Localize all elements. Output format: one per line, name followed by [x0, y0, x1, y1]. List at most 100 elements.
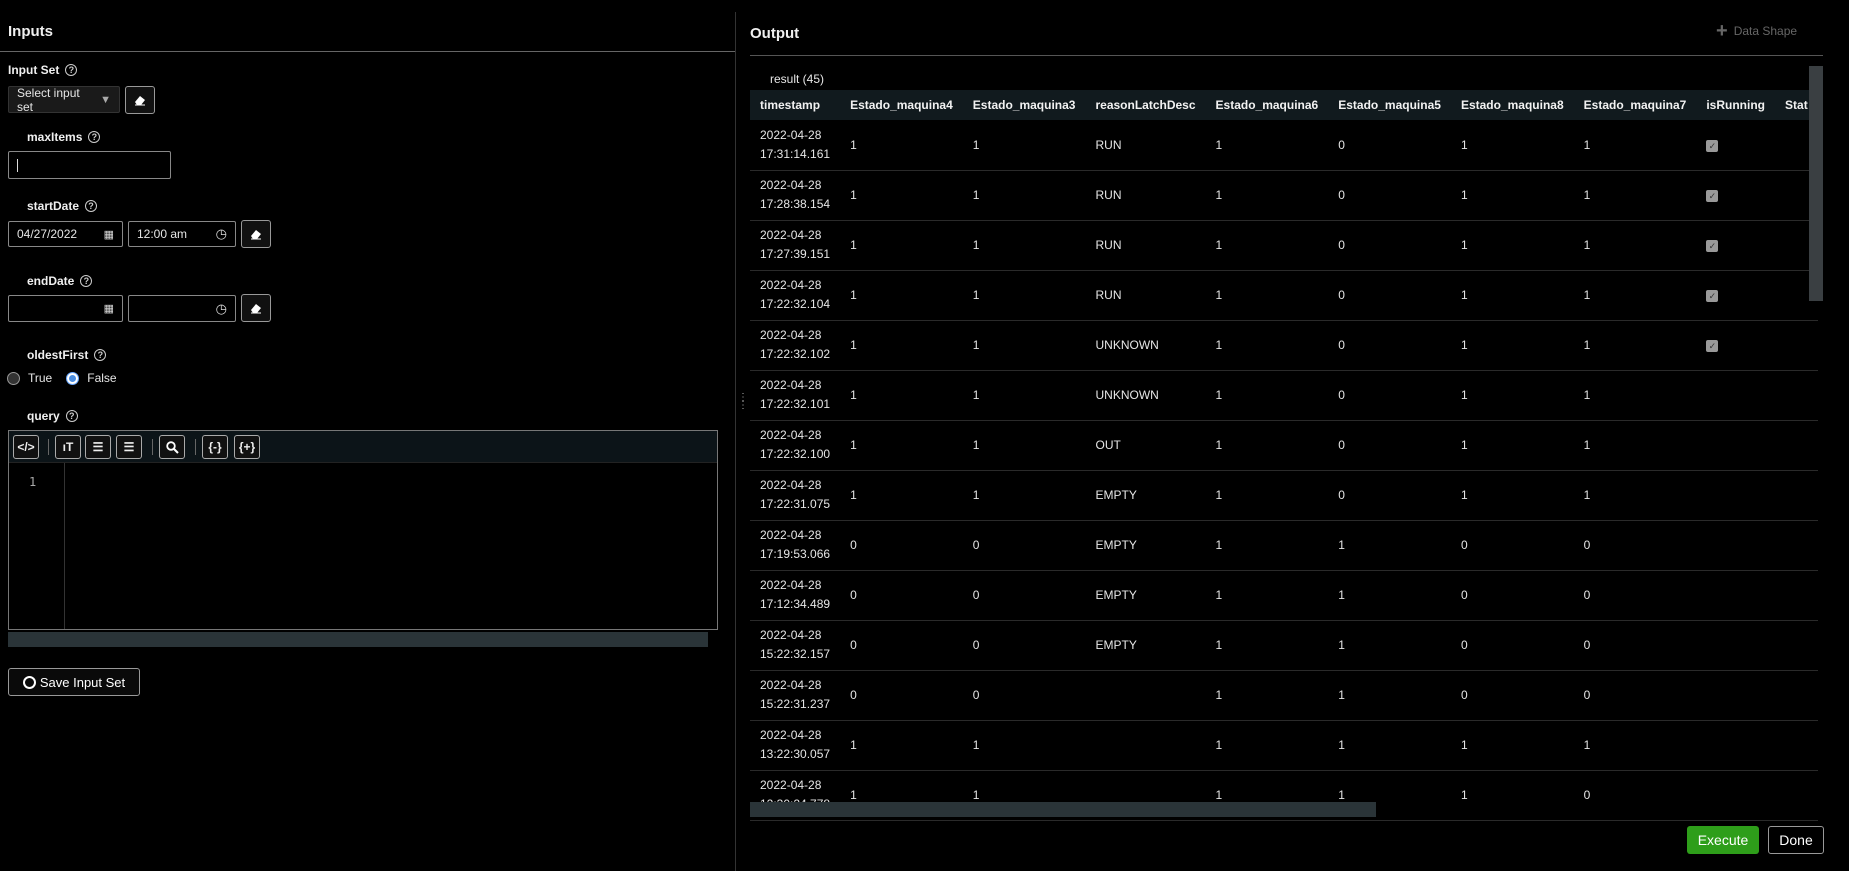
clear-start-date-button[interactable]: [241, 220, 271, 248]
table-cell: 1: [840, 170, 963, 221]
table-row[interactable]: 2022-04-28 17:22:32.102 1 1 UNKNOWN 1 0 1 1 ✓: [750, 320, 1818, 371]
table-row[interactable]: 2022-04-28 13:22:30.057 1 1 1 1 1 1: [750, 720, 1818, 771]
timestamp-cell: 2022-04-28 17:19:53.066: [750, 520, 841, 571]
column-header[interactable]: Estado_maquina5: [1328, 90, 1451, 120]
line-number: 1: [29, 475, 37, 489]
help-icon[interactable]: ?: [65, 64, 78, 76]
table-cell: 1: [1205, 670, 1329, 721]
column-header[interactable]: isRunning: [1696, 90, 1776, 120]
timestamp-date: 2022-04-28: [760, 378, 822, 392]
max-items-input[interactable]: [8, 151, 171, 179]
is-running-cell: [1696, 520, 1776, 571]
table-row[interactable]: 2022-04-28 17:19:53.066 0 0 EMPTY 1 1 0 0: [750, 520, 1818, 571]
timestamp-time: 15:22:31.237: [760, 697, 831, 711]
done-button[interactable]: Done: [1768, 826, 1824, 854]
start-date-input[interactable]: 04/27/2022 ▦: [8, 221, 123, 247]
input-set-select[interactable]: Select input set ▼: [8, 86, 120, 114]
table-vertical-scrollbar[interactable]: [1809, 66, 1823, 301]
table-row[interactable]: 2022-04-28 17:22:32.104 1 1 RUN 1 0 1 1 ✓: [750, 270, 1818, 321]
timestamp-time: 17:31:14.161: [760, 146, 831, 161]
table-cell: 1: [1205, 570, 1329, 621]
table-cell: 1: [1573, 720, 1697, 771]
is-running-cell: ✓: [1696, 320, 1776, 371]
end-date-input[interactable]: ▦: [8, 295, 123, 322]
table-cell: 1: [1573, 320, 1697, 371]
table-cell: OUT: [1085, 420, 1206, 471]
column-header[interactable]: Estado_maquina3: [962, 90, 1086, 120]
table-row[interactable]: 2022-04-28 17:12:34.489 0 0 EMPTY 1 1 0 0: [750, 570, 1818, 621]
table-cell: 1: [1450, 370, 1574, 421]
table-row[interactable]: 2022-04-28 17:27:39.151 1 1 RUN 1 0 1 1 ✓: [750, 220, 1818, 271]
code-view-icon[interactable]: </>: [13, 435, 39, 459]
column-header[interactable]: Estado_maquina8: [1450, 90, 1574, 120]
table-cell: 1: [962, 370, 1086, 421]
oldest-first-radio-group: True False: [7, 371, 117, 385]
table-cell: EMPTY: [1085, 570, 1206, 621]
start-time-input[interactable]: 12:00 am ◷: [128, 221, 236, 247]
table-row[interactable]: 2022-04-28 17:22:31.075 1 1 EMPTY 1 0 1 1: [750, 470, 1818, 521]
radio-true[interactable]: [7, 371, 20, 385]
resize-grip[interactable]: ⋮ ⋮: [738, 393, 748, 411]
table-row[interactable]: 2022-04-28 17:31:14.161 1 1 RUN 1 0 1 1 ✓: [750, 120, 1818, 171]
table-row[interactable]: 2022-04-28 15:22:32.157 0 0 EMPTY 1 1 0 0: [750, 620, 1818, 671]
align-left-icon[interactable]: ☰: [85, 435, 111, 459]
timestamp-cell: 2022-04-28 17:28:38.154: [750, 170, 841, 221]
editor-horizontal-scrollbar[interactable]: [8, 632, 708, 647]
search-icon[interactable]: [159, 435, 185, 459]
input-set-label: Input Set ?: [8, 63, 78, 77]
calendar-icon[interactable]: ▦: [104, 228, 114, 241]
help-icon[interactable]: ?: [65, 410, 78, 422]
help-icon[interactable]: ?: [94, 349, 107, 361]
table-row[interactable]: 2022-04-28 17:22:32.101 1 1 UNKNOWN 1 0 1 1: [750, 370, 1818, 421]
unfold-braces-icon[interactable]: {+}: [234, 435, 260, 459]
data-shape-button[interactable]: + Data Shape: [1716, 21, 1797, 41]
table-cell: 1: [1450, 420, 1574, 471]
timestamp-time: 17:19:53.066: [760, 547, 831, 561]
clock-icon[interactable]: ◷: [216, 226, 227, 242]
checkbox-checked-icon: ✓: [1706, 240, 1719, 252]
timestamp-date: 2022-04-28: [760, 127, 822, 142]
timestamp-cell: 2022-04-28 13:22:30.057: [750, 720, 841, 771]
table-cell: UNKNOWN: [1085, 320, 1206, 371]
table-cell: 1: [962, 170, 1086, 221]
column-header[interactable]: timestamp: [750, 90, 841, 120]
table-cell: 0: [1328, 470, 1451, 521]
table-row[interactable]: 2022-04-28 15:22:31.237 0 0 1 1 0 0: [750, 670, 1818, 721]
column-header[interactable]: Estado_maquina4: [840, 90, 963, 120]
query-editor[interactable]: </> ıT ☰ ☰ {-} {+} 1: [8, 430, 718, 630]
table-cell: 1: [1328, 620, 1451, 671]
table-cell: 1: [1450, 220, 1574, 271]
timestamp-time: 17:27:39.151: [760, 247, 831, 261]
end-time-input[interactable]: ◷: [128, 295, 236, 322]
clear-end-date-button[interactable]: [241, 294, 271, 322]
help-icon[interactable]: ?: [80, 275, 93, 287]
help-icon[interactable]: ?: [85, 200, 98, 212]
radio-false[interactable]: [66, 371, 80, 385]
clock-icon[interactable]: ◷: [216, 301, 227, 317]
table-header-row: timestamp Estado_maquina4 Estado_maquina3 r…: [750, 90, 1818, 120]
timestamp-time: 13:22:30.057: [760, 747, 831, 761]
table-row[interactable]: 2022-04-28 17:28:38.154 1 1 RUN 1 0 1 1 ✓: [750, 170, 1818, 221]
table-cell: 1: [1205, 370, 1329, 421]
table-row[interactable]: 2022-04-28 17:22:32.100 1 1 OUT 1 0 1 1: [750, 420, 1818, 471]
column-header[interactable]: reasonLatchDesc: [1085, 90, 1206, 120]
table-horizontal-scrollbar[interactable]: [750, 802, 1376, 817]
timestamp-date: 2022-04-28: [760, 328, 822, 342]
column-header[interactable]: Estado_maquina6: [1205, 90, 1329, 120]
table-cell: 1: [962, 720, 1086, 771]
table-cell: 0: [1450, 520, 1574, 571]
timestamp-cell: 2022-04-28 17:27:39.151: [750, 220, 841, 271]
text-size-icon[interactable]: ıT: [55, 435, 81, 459]
table-cell: 1: [1205, 420, 1329, 471]
timestamp-cell: 2022-04-28 17:22:32.100: [750, 420, 841, 471]
circle-icon: [22, 675, 36, 689]
fold-braces-icon[interactable]: {-}: [202, 435, 228, 459]
align-right-icon[interactable]: ☰: [116, 435, 142, 459]
calendar-icon[interactable]: ▦: [104, 302, 114, 315]
help-icon[interactable]: ?: [88, 131, 101, 143]
save-input-set-button[interactable]: Save Input Set: [8, 668, 140, 696]
clear-input-set-button[interactable]: [125, 86, 155, 114]
is-running-cell: ✓: [1696, 120, 1776, 171]
execute-button[interactable]: Execute: [1687, 826, 1759, 854]
column-header[interactable]: Estado_maquina7: [1573, 90, 1697, 120]
